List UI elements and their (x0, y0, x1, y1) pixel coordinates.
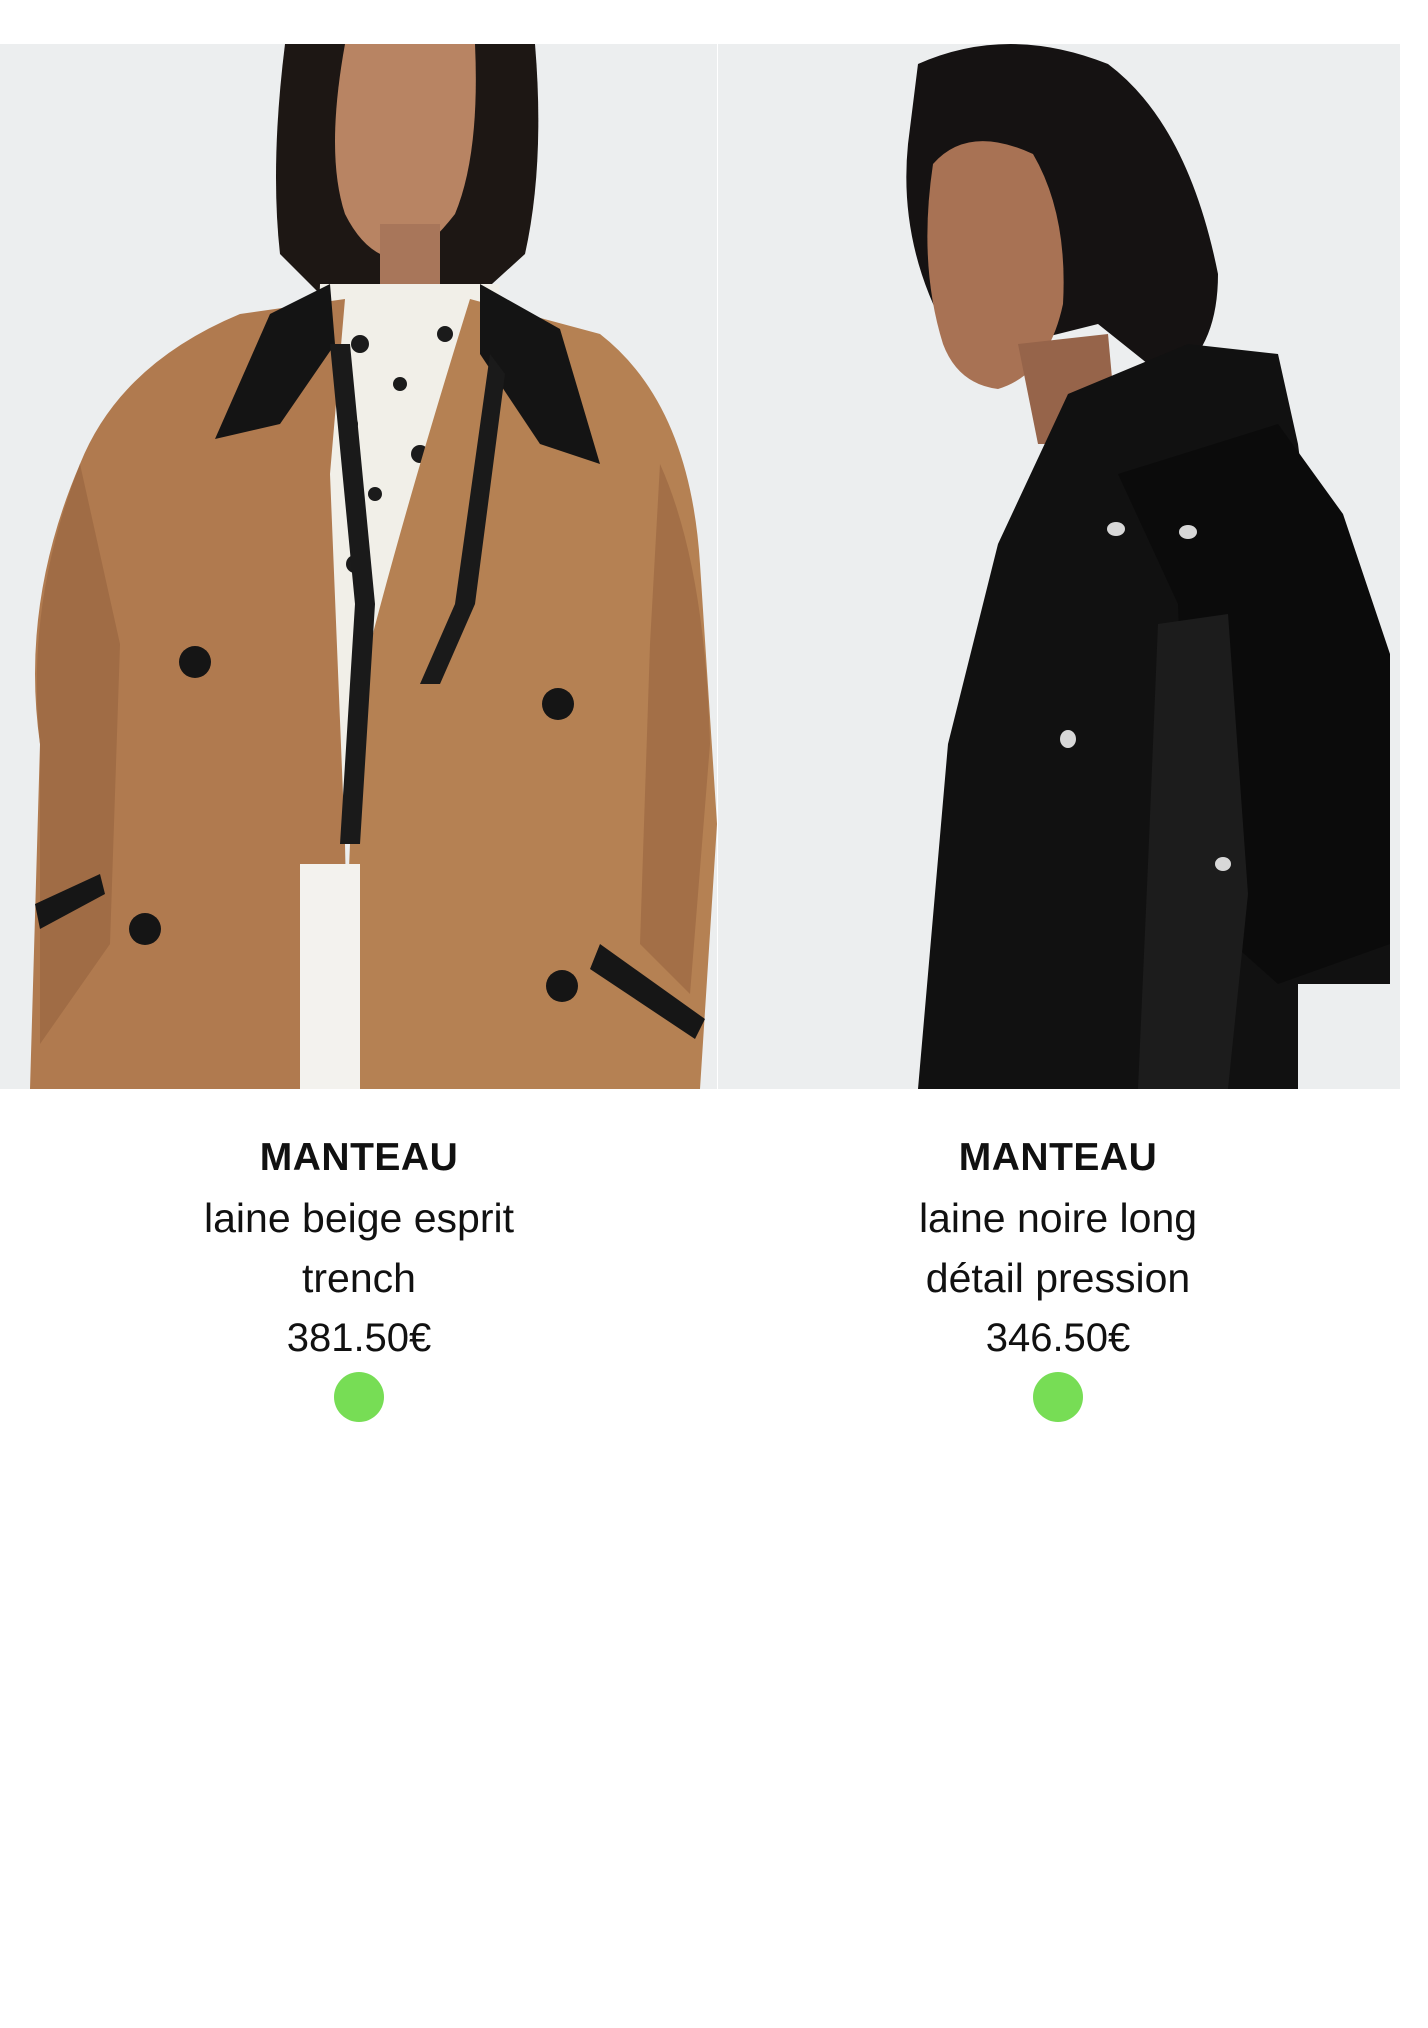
description-line: laine beige esprit (204, 1195, 514, 1241)
product-caption-right: MANTEAU laine noire long détail pression… (778, 1128, 1338, 1422)
black-coat-photo (718, 44, 1400, 1089)
description-line: trench (302, 1255, 416, 1301)
product-name[interactable]: MANTEAU (778, 1128, 1338, 1188)
product-price: 381.50€ (286, 1316, 432, 1360)
stock-status-indicator (1033, 1372, 1083, 1422)
product-name[interactable]: MANTEAU (79, 1128, 639, 1188)
description-line: laine noire long (918, 1195, 1198, 1241)
product-caption-left: MANTEAU laine beige esprit trench 381.50… (79, 1128, 639, 1422)
product-image-right[interactable] (718, 44, 1400, 1089)
description-line: détail pression (925, 1255, 1191, 1301)
camel-coat-photo (0, 44, 717, 1089)
product-description: laine noire long détail pression (778, 1188, 1338, 1308)
product-image-left[interactable] (0, 44, 717, 1089)
stock-status-indicator (334, 1372, 384, 1422)
product-price: 346.50€ (985, 1316, 1131, 1360)
product-description: laine beige esprit trench (79, 1188, 639, 1308)
